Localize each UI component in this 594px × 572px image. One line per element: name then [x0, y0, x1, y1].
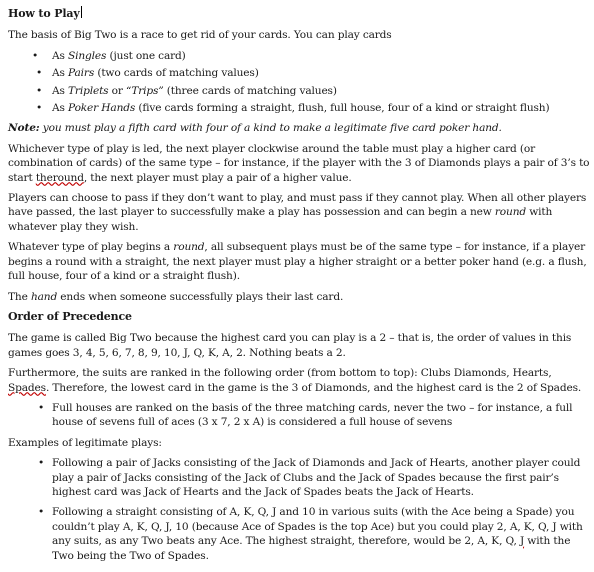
list-item-poker-hands: As Poker Hands (five cards forming a str… — [8, 101, 590, 116]
list-item-description: (three cards of matching values) — [163, 84, 337, 97]
paragraph-text: , the next player must play a pair of a … — [83, 171, 352, 184]
list-item-singles: As Singles (just one card) — [8, 49, 590, 64]
list-item-description: (five cards forming a straight, flush, f… — [135, 102, 550, 115]
play-type-alt-name: “Trips” — [126, 84, 164, 97]
list-item-example-pairs: Following a pair of Jacks consisting of … — [8, 456, 590, 499]
pass-paragraph: Players can choose to pass if they don’t… — [8, 191, 590, 234]
document: How to Play The basis of Big Two is a ra… — [0, 0, 594, 572]
paragraph-text: . Therefore, the lowest card in the game… — [45, 381, 582, 394]
list-item-text: Following a straight consisting of A, K,… — [52, 506, 583, 548]
list-item-triplets: As Triplets or “Trips” (three cards of m… — [8, 84, 590, 99]
list-item-description: (just one card) — [106, 49, 186, 62]
round-paragraph: Whatever type of play begins a round, al… — [8, 240, 590, 283]
list-item-description: (two cards of matching values) — [94, 67, 259, 80]
play-type-name: Poker Hands — [68, 102, 136, 115]
italic-term: round — [494, 206, 526, 219]
list-item-prefix: As — [52, 84, 69, 97]
heading-order-of-precedence: Order of Precedence — [8, 309, 132, 323]
paragraph-text: Whatever type of play begins a — [8, 241, 174, 254]
whichever-paragraph: Whichever type of play is led, the next … — [8, 142, 590, 185]
italic-term: round — [173, 241, 205, 254]
paragraph-text: ends when someone successfully plays the… — [57, 290, 344, 303]
heading-how-to-play-text: How to Play — [8, 7, 80, 20]
list-item-pairs: As Pairs (two cards of matching values) — [8, 66, 590, 81]
italic-term: hand — [30, 290, 58, 303]
text-cursor — [80, 6, 82, 18]
examples-list: Following a pair of Jacks consisting of … — [8, 456, 590, 563]
list-item-prefix: As — [52, 67, 69, 80]
play-types-list: As Singles (just one card) As Pairs (two… — [8, 49, 590, 116]
hand-paragraph: The hand ends when someone successfully … — [8, 290, 590, 304]
play-type-name: Pairs — [68, 67, 95, 80]
suits-paragraph: Furthermore, the suits are ranked in the… — [8, 366, 590, 395]
note-paragraph: Note: you must play a fifth card with fo… — [8, 121, 590, 135]
full-house-list: Full houses are ranked on the basis of t… — [8, 401, 590, 430]
order-paragraph: The game is called Big Two because the h… — [8, 332, 572, 359]
intro-paragraph: The basis of Big Two is a race to get ri… — [8, 29, 392, 42]
note-text: you must play a fifth card with four of … — [39, 122, 502, 135]
paragraph-text: Furthermore, the suits are ranked in the… — [8, 367, 552, 380]
list-item-prefix: As — [52, 102, 69, 115]
spellcheck-word: theround — [35, 171, 84, 184]
spellcheck-word: Spades — [8, 381, 46, 394]
list-item-prefix: As — [52, 49, 69, 62]
list-item-example-straight: Following a straight consisting of A, K,… — [8, 505, 590, 563]
play-type-name: Singles — [68, 49, 107, 62]
note-label: Note: — [8, 122, 40, 135]
paragraph-text: The — [8, 290, 31, 303]
list-item-connector: or — [108, 84, 127, 97]
list-item-full-house: Full houses are ranked on the basis of t… — [8, 401, 590, 430]
examples-intro: Examples of legitimate plays: — [8, 436, 162, 449]
play-type-name: Triplets — [68, 84, 109, 97]
heading-how-to-play: How to Play — [8, 6, 590, 21]
